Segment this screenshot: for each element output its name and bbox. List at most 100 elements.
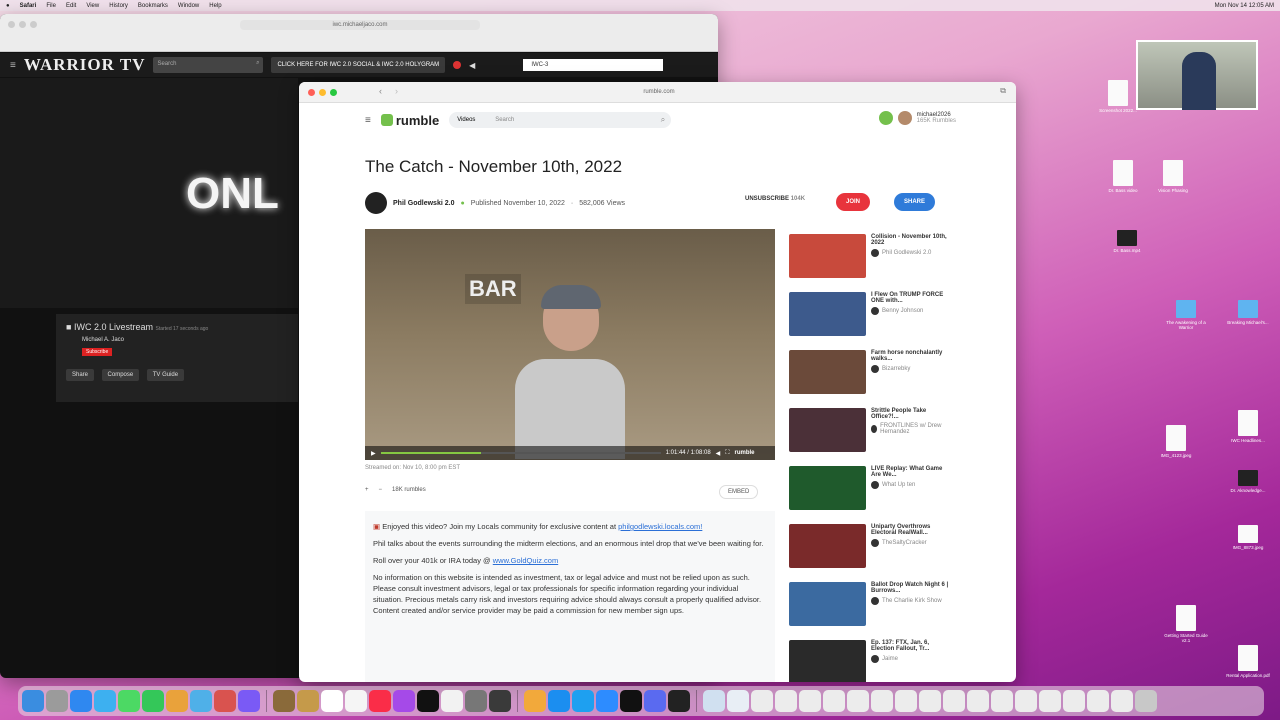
menu-window[interactable]: Window [178, 3, 199, 9]
locals-link[interactable]: philgodlewski.locals.com! [618, 522, 702, 531]
rumble-logo[interactable]: rumble [380, 113, 439, 128]
messages-icon[interactable] [118, 690, 140, 712]
mail-icon[interactable] [94, 690, 116, 712]
folder-icon[interactable] [727, 690, 749, 712]
search-icon[interactable]: ⌕ [661, 115, 665, 125]
desktop-file[interactable]: Vision Phasing [1150, 160, 1196, 193]
desktop-folder[interactable]: The Awakening of a Warrior [1163, 300, 1209, 330]
podcasts-icon[interactable] [393, 690, 415, 712]
facetime-icon[interactable] [142, 690, 164, 712]
related-item[interactable]: Ep. 137: FTX, Jan. 6, Election Fallout, … [789, 640, 951, 682]
related-channel[interactable]: Phil Godlewski 2.0 [882, 250, 931, 256]
channel-tab[interactable]: IWC-3 [523, 59, 664, 71]
address-bar[interactable]: rumble.com [499, 87, 819, 97]
desktop-file[interactable]: Dr. Bass.mp4 [1104, 230, 1150, 253]
related-channel[interactable]: The Charlie Kirk Show [882, 598, 942, 604]
desktop-file[interactable]: IMG_8873.jpeg [1225, 525, 1271, 550]
tabs-icon[interactable]: ⧉ [1000, 86, 1006, 96]
zoom-app-icon[interactable] [596, 690, 618, 712]
related-title[interactable]: Uniparty Overthrows Electoral RealWall..… [871, 524, 951, 536]
document-icon[interactable] [943, 690, 965, 712]
related-item[interactable]: Ballot Drop Watch Night 6 | Burrows... Th… [789, 582, 951, 640]
menu-help[interactable]: Help [209, 3, 221, 9]
document-icon[interactable] [1039, 690, 1061, 712]
chrome-icon[interactable] [214, 690, 236, 712]
zoom-icon[interactable] [30, 21, 37, 28]
star-app-icon[interactable] [238, 690, 260, 712]
menu-bookmarks[interactable]: Bookmarks [138, 3, 168, 9]
compose-button[interactable]: Compose [101, 369, 140, 381]
embed-button[interactable]: EMBED [719, 485, 759, 499]
related-thumbnail[interactable] [789, 292, 866, 336]
safari-icon[interactable] [70, 690, 92, 712]
document-icon[interactable] [871, 690, 893, 712]
related-channel[interactable]: What Up ten [882, 482, 915, 488]
document-icon[interactable] [751, 690, 773, 712]
minimize-icon[interactable] [19, 21, 26, 28]
related-title[interactable]: Collision - November 10th, 2022 [871, 234, 951, 246]
desktop-file[interactable]: Getting Started Guide v2.1 [1163, 605, 1209, 643]
skype-icon[interactable] [572, 690, 594, 712]
desktop-file[interactable]: Screenshot 2022... [1095, 80, 1141, 113]
menu-app-name[interactable]: Safari [20, 3, 37, 9]
join-button[interactable]: JOIN [836, 193, 871, 211]
app-icon[interactable] [297, 690, 319, 712]
menu-edit[interactable]: Edit [66, 3, 76, 9]
related-thumbnail[interactable] [789, 408, 866, 452]
related-title[interactable]: Strittle People Take Office?!... [871, 408, 951, 420]
desktop-file[interactable]: Rental Application.pdf [1225, 645, 1271, 678]
share-button[interactable]: Share [66, 369, 95, 381]
app-icon[interactable] [644, 690, 666, 712]
desktop-file[interactable]: IMG_4123.jpeg [1153, 425, 1199, 458]
minimize-icon[interactable] [319, 89, 326, 96]
menu-file[interactable]: File [46, 3, 56, 9]
play-icon[interactable]: ▶ [371, 450, 376, 457]
related-title[interactable]: Ep. 137: FTX, Jan. 6, Election Fallout, … [871, 640, 951, 652]
rumble-browser-window[interactable]: ‹ › rumble.com ⧉ ≡ rumble Videos Search ⌕… [299, 82, 1016, 682]
launchpad-icon[interactable] [46, 690, 68, 712]
upvote-icon[interactable]: + [365, 487, 369, 493]
document-icon[interactable] [919, 690, 941, 712]
menu-view[interactable]: View [86, 3, 99, 9]
back-icon[interactable]: ‹ [379, 86, 382, 96]
related-thumbnail[interactable] [789, 350, 866, 394]
user-menu[interactable]: michael2026 165K Rumbles [878, 111, 956, 125]
goldquiz-link[interactable]: www.GoldQuiz.com [493, 556, 558, 565]
downvote-icon[interactable]: − [379, 487, 383, 493]
zoom-icon[interactable] [330, 89, 337, 96]
document-icon[interactable] [1063, 690, 1085, 712]
document-icon[interactable] [847, 690, 869, 712]
related-item[interactable]: I Flew On TRUMP FORCE ONE with... Benny J… [789, 292, 951, 350]
app-icon[interactable] [668, 690, 690, 712]
app-icon[interactable] [620, 690, 642, 712]
search-input[interactable]: Search ⌕ [491, 112, 672, 128]
related-channel[interactable]: Bizarrebky [882, 366, 910, 372]
document-icon[interactable] [1111, 690, 1133, 712]
pages-icon[interactable] [524, 690, 546, 712]
settings-icon[interactable] [465, 690, 487, 712]
related-thumbnail[interactable] [789, 640, 866, 682]
document-icon[interactable] [991, 690, 1013, 712]
record-icon[interactable] [453, 61, 462, 69]
news-icon[interactable] [441, 690, 463, 712]
warrior-logo[interactable]: WARRIOR TV [24, 55, 146, 75]
warrior-search-input[interactable]: Search ⌕ [153, 57, 264, 73]
related-item[interactable]: LIVE Replay: What Game Are We... What Up … [789, 466, 951, 524]
document-icon[interactable] [775, 690, 797, 712]
video-player[interactable]: BAR ▶ 1:01:44 / 1:08:08 ◀ ⛶ rumble [365, 229, 775, 460]
tv-guide-button[interactable]: TV Guide [146, 369, 185, 381]
document-icon[interactable] [799, 690, 821, 712]
unsubscribe-button[interactable]: UNSUBSCRIBE 104K [745, 196, 805, 202]
related-title[interactable]: LIVE Replay: What Game Are We... [871, 466, 951, 478]
document-icon[interactable] [967, 690, 989, 712]
related-channel[interactable]: TheSaltyCracker [882, 540, 927, 546]
desktop-file[interactable]: Dr. Bass video [1100, 160, 1146, 193]
forward-icon[interactable]: › [395, 86, 398, 96]
fullscreen-icon[interactable]: ⛶ [725, 450, 729, 457]
bg-address-bar[interactable]: iwc.michaeljaco.com [240, 20, 480, 30]
videos-select[interactable]: Videos [449, 112, 492, 128]
related-item[interactable]: Collision - November 10th, 2022 Phil Godl… [789, 234, 951, 292]
app-store-icon[interactable] [548, 690, 570, 712]
reminders-icon[interactable] [345, 690, 367, 712]
folder-icon[interactable] [703, 690, 725, 712]
